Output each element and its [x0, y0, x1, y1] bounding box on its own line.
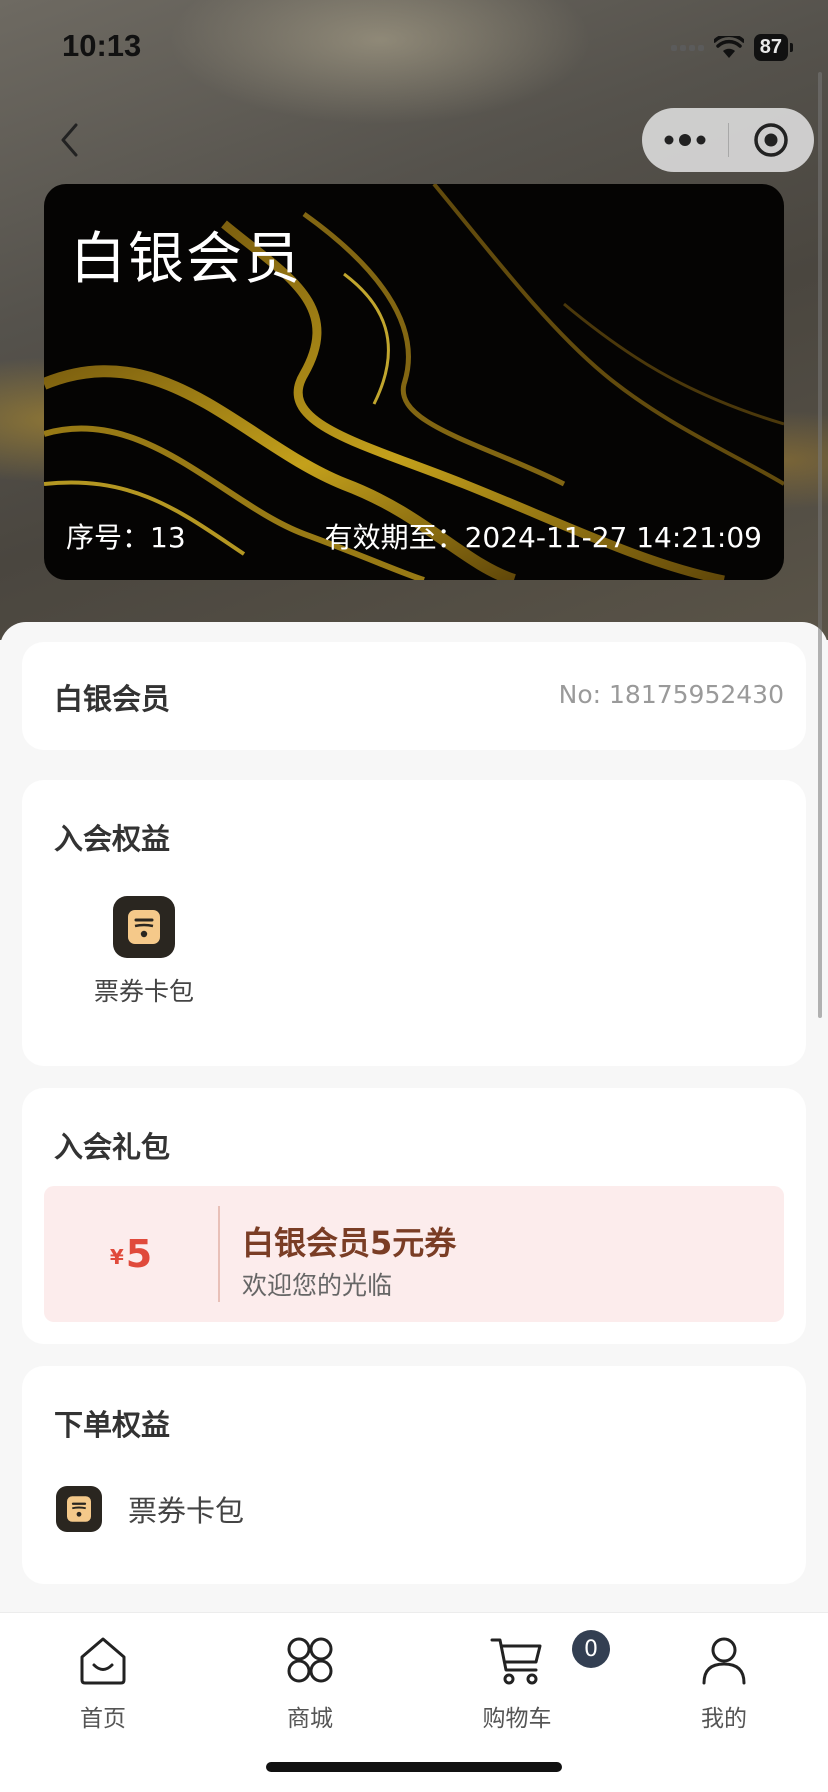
tab-label: 我的: [701, 1706, 747, 1732]
member-card: 白银会员 序号：13 有效期至：2024-11-27 14:21:09: [44, 184, 784, 580]
tab-home[interactable]: 首页: [33, 1631, 173, 1733]
coupon-name: 白银会员5元券: [242, 1224, 457, 1262]
tab-cart[interactable]: 购物车: [447, 1631, 587, 1733]
tab-label: 商城: [287, 1706, 333, 1732]
status-bar: 10:13 87: [0, 0, 828, 96]
coupon-divider: [218, 1206, 220, 1302]
coupon-currency: ¥: [109, 1245, 124, 1269]
chevron-left-icon: [61, 123, 78, 157]
order-benefit-coupon-wallet[interactable]: 票券卡包: [56, 1486, 244, 1532]
tab-mall[interactable]: 商城: [240, 1631, 380, 1733]
coupon-wallet-icon: [113, 896, 175, 958]
status-time: 10:13: [62, 28, 142, 63]
battery-indicator: 87: [753, 34, 794, 61]
home-indicator: [266, 1762, 562, 1772]
home-icon: [80, 1637, 126, 1685]
more-button[interactable]: [642, 108, 728, 172]
wifi-icon: [713, 35, 744, 58]
coupon-description: 欢迎您的光临: [242, 1271, 393, 1300]
scroll-indicator[interactable]: [818, 72, 822, 1018]
tab-label: 首页: [80, 1706, 126, 1732]
tab-profile[interactable]: 我的: [654, 1631, 794, 1733]
status-indicators: 87: [670, 34, 794, 61]
user-icon: [702, 1637, 746, 1685]
expiry-label: 有效期至：: [324, 521, 465, 554]
more-dots-icon: [664, 134, 706, 146]
coupon-wallet-icon: [56, 1486, 102, 1532]
serial-value: 13: [150, 521, 186, 554]
order-benefit-label: 票券卡包: [128, 1494, 245, 1528]
join-benefits-panel: 入会权益 票券卡包: [22, 780, 806, 1066]
join-benefits-title: 入会权益: [54, 822, 171, 856]
join-gift-panel: 入会礼包 ¥5 白银会员5元券 欢迎您的光临: [22, 1088, 806, 1344]
expiry-value: 2024-11-27 14:21:09: [464, 521, 762, 554]
signal-icon: [670, 44, 704, 51]
mini-program-capsule: [642, 108, 814, 172]
coupon-value: 5: [125, 1232, 153, 1276]
join-gift-title: 入会礼包: [54, 1130, 171, 1164]
card-serial: 序号：13: [66, 516, 186, 556]
grid-icon: [287, 1637, 333, 1683]
order-benefits-title: 下单权益: [54, 1408, 171, 1442]
benefit-item-coupon-wallet[interactable]: 票券卡包: [84, 896, 204, 1008]
membership-info-panel: 白银会员 No: 18175952430: [22, 642, 806, 750]
coupon-amount: ¥5: [44, 1186, 218, 1322]
tab-label: 购物车: [482, 1706, 552, 1732]
cart-icon: [490, 1638, 542, 1685]
benefit-label: 票券卡包: [93, 977, 194, 1006]
order-benefits-panel: 下单权益 票券卡包: [22, 1366, 806, 1584]
serial-label: 序号：: [66, 521, 151, 554]
back-button[interactable]: [52, 118, 86, 162]
membership-name: 白银会员: [54, 682, 171, 716]
close-button[interactable]: [729, 108, 815, 172]
card-expiry: 有效期至：2024-11-27 14:21:09: [325, 516, 762, 556]
membership-number: No: 18175952430: [558, 680, 784, 709]
cart-badge: 0: [572, 1630, 610, 1668]
coupon-card[interactable]: ¥5 白银会员5元券 欢迎您的光临: [44, 1186, 784, 1322]
target-circle-icon: [754, 123, 788, 157]
card-title: 白银会员: [70, 227, 302, 292]
